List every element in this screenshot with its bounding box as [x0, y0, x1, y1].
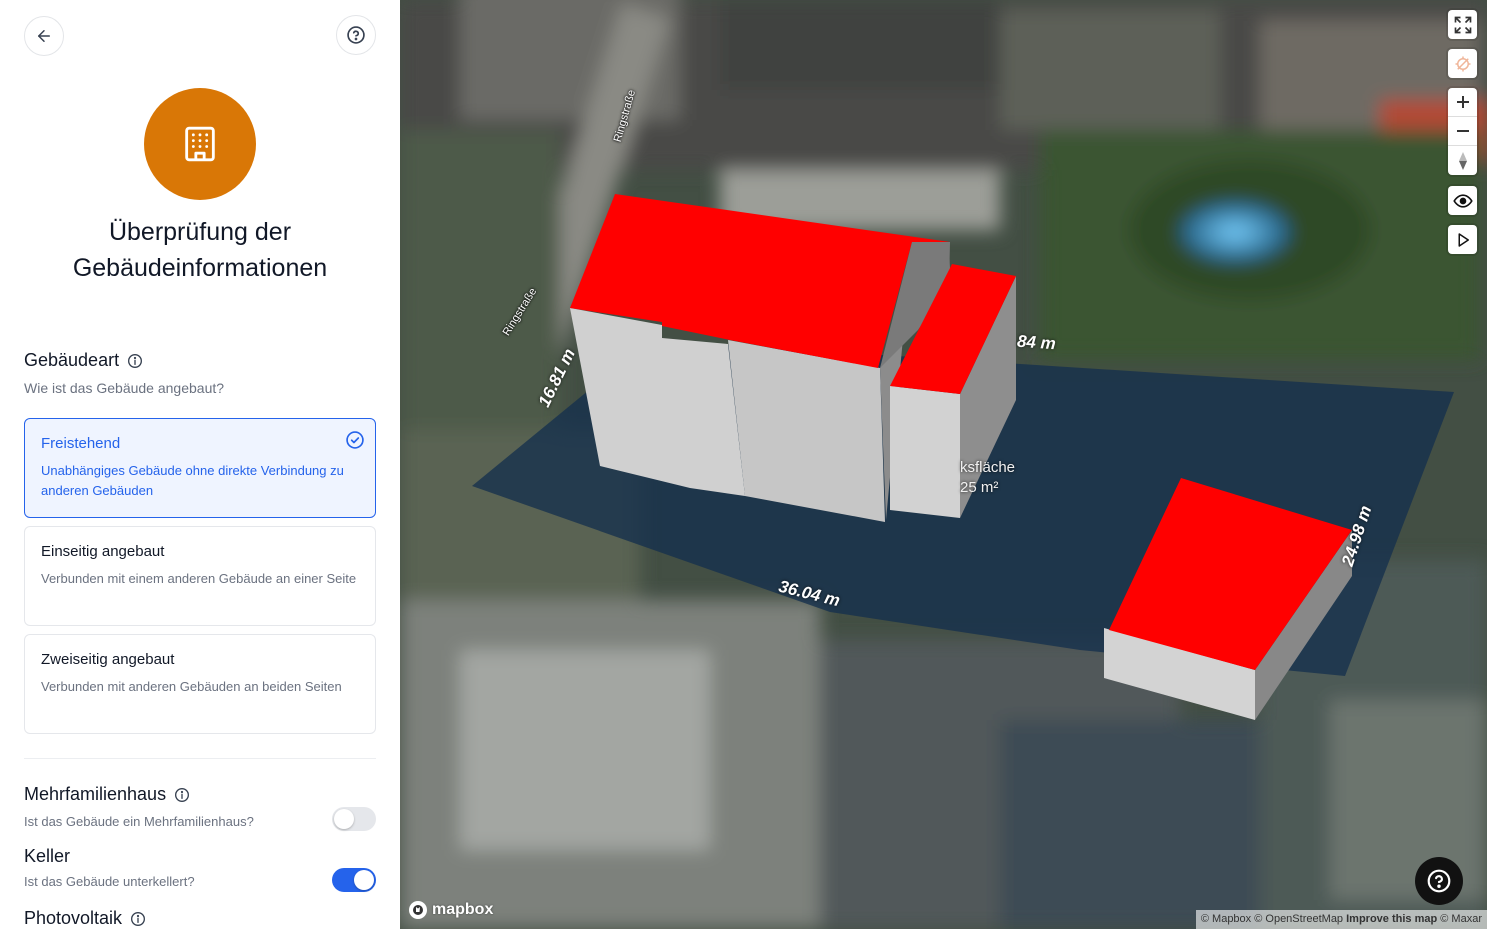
option-description: Unabhängiges Gebäude ohne direkte Verbin… [41, 463, 344, 498]
multifamily-heading-text: Mehrfamilienhaus [24, 784, 167, 804]
info-icon[interactable] [130, 911, 146, 927]
question-circle-icon [1427, 869, 1451, 893]
help-fab[interactable] [1415, 857, 1463, 905]
satellite-3d-scene [400, 0, 1487, 929]
attribution-maxar[interactable]: © Maxar [1440, 913, 1482, 925]
basement-heading-text: Keller [24, 846, 71, 866]
mapbox-icon [409, 901, 427, 919]
multifamily-heading: Mehrfamilienhaus [24, 784, 190, 805]
sidebar: Überprüfung der Gebäudeinformationen Geb… [0, 0, 400, 929]
area-label-value: 25 m² [960, 479, 999, 496]
option-title: Freistehend [41, 435, 121, 452]
building-type-heading: Gebäudeart [24, 350, 143, 371]
improve-map-link[interactable]: Improve this map [1346, 913, 1437, 925]
minus-icon [1456, 130, 1469, 132]
multifamily-subtitle: Ist das Gebäude ein Mehrfamilienhaus? [24, 814, 254, 829]
zoom-out-button[interactable] [1448, 117, 1477, 146]
divider [24, 758, 376, 759]
area-label-title: ksfläche [960, 459, 1016, 476]
check-circle-icon [346, 431, 364, 449]
option-description: Verbunden mit anderen Gebäuden an beiden… [41, 679, 342, 694]
geolocate-button[interactable] [1448, 49, 1477, 78]
info-icon[interactable] [127, 353, 143, 369]
toggle-knob [334, 809, 354, 829]
building-type-subtitle: Wie ist das Gebäude angebaut? [24, 380, 225, 396]
toggle-knob [354, 870, 374, 890]
mapbox-logo[interactable]: mapbox [408, 900, 493, 920]
play-button[interactable] [1448, 225, 1477, 254]
mapbox-logo-text: mapbox [432, 901, 494, 918]
building-annex-wall-front [890, 386, 960, 518]
attribution-mapbox[interactable]: © Mapbox [1201, 913, 1251, 925]
area-label: ksfläche 25 m² [960, 458, 1015, 498]
compass-icon [1458, 151, 1467, 170]
building-main-wall-mid [728, 340, 885, 522]
compass-button[interactable] [1448, 146, 1477, 175]
basement-subtitle: Ist das Gebäude unterkellert? [24, 874, 195, 889]
map-attribution: © Mapbox © OpenStreetMap Improve this ma… [1195, 910, 1487, 929]
app-root: Überprüfung der Gebäudeinformationen Geb… [0, 0, 1487, 929]
option-description: Verbunden mit einem anderen Gebäude an e… [41, 571, 357, 586]
visibility-button[interactable] [1448, 186, 1477, 215]
option-title: Zweiseitig angebaut [41, 651, 175, 668]
zoom-in-button[interactable] [1448, 88, 1477, 117]
photovoltaic-heading: Photovoltaik [24, 908, 146, 929]
navigation-controls [1448, 88, 1477, 175]
page-title: Überprüfung der Gebäudeinformationen [72, 218, 328, 282]
option-einseitig[interactable]: Einseitig angebaut Verbunden mit einem a… [24, 526, 376, 626]
fullscreen-button[interactable] [1448, 10, 1477, 39]
info-icon[interactable] [174, 787, 190, 803]
option-freistehend[interactable]: Freistehend Unabhängiges Gebäude ohne di… [24, 418, 376, 518]
building-hero-icon [144, 88, 256, 200]
plus-icon [1456, 96, 1469, 108]
option-zweiseitig[interactable]: Zweiseitig angebaut Verbunden mit andere… [24, 634, 376, 734]
question-circle-icon [347, 26, 365, 44]
geolocate-disabled-icon [1455, 56, 1470, 71]
option-title: Einseitig angebaut [41, 543, 165, 560]
back-button[interactable] [24, 16, 64, 56]
fullscreen-icon [1454, 16, 1471, 33]
eye-icon [1452, 193, 1473, 208]
dimension-top: 84 m [1016, 331, 1057, 354]
map-canvas[interactable]: Ringstraße Ringstraße 16.81 m 84 m 36.04… [400, 0, 1487, 929]
basement-heading: Keller [24, 846, 70, 867]
attribution-osm[interactable]: © OpenStreetMap [1254, 913, 1343, 925]
building-type-heading-text: Gebäudeart [24, 350, 120, 370]
multifamily-toggle[interactable] [332, 807, 376, 831]
building-icon [185, 126, 215, 162]
arrow-left-icon [38, 30, 50, 42]
basement-toggle[interactable] [332, 868, 376, 892]
photovoltaic-heading-text: Photovoltaik [24, 908, 123, 928]
play-icon [1458, 232, 1469, 247]
help-button[interactable] [336, 15, 376, 55]
